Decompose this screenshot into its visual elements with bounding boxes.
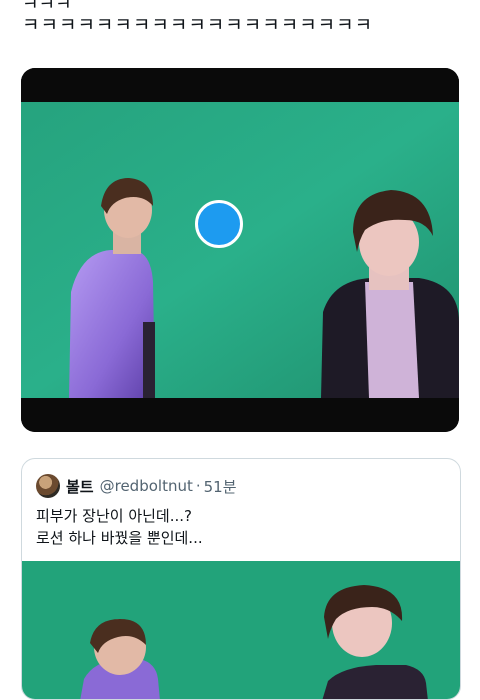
- separator-dot: ·: [195, 477, 201, 495]
- tweet-media[interactable]: [21, 68, 459, 432]
- quote-author-name[interactable]: 볼트: [66, 476, 94, 497]
- letterbox-top: [21, 68, 459, 102]
- quote-text: 피부가 장난이 아닌데...? 로션 하나 바꿨을 뿐인데...: [36, 505, 203, 549]
- quote-text-line-1: 피부가 장난이 아닌데...?: [36, 507, 193, 525]
- quote-media-image[interactable]: [22, 561, 460, 700]
- letterbox-bottom: [21, 398, 459, 432]
- quote-text-line-2: 로션 하나 바꿨을 뿐인데...: [36, 529, 203, 547]
- play-button[interactable]: [195, 200, 243, 248]
- quote-author-handle[interactable]: @redboltnut: [100, 477, 193, 495]
- media-image: [21, 102, 459, 398]
- tweet-text: ㅋㅋㅋㅋㅋㅋㅋㅋㅋㅋㅋㅋㅋㅋㅋㅋㅋㅋㅋ: [22, 14, 374, 36]
- quote-tweet-card[interactable]: 볼트 @redboltnut · 51분 피부가 장난이 아닌데...? 로션 …: [21, 458, 461, 700]
- avatar[interactable]: [36, 474, 60, 498]
- quote-timestamp[interactable]: 51분: [204, 476, 237, 497]
- quote-header: 볼트 @redboltnut · 51분: [36, 473, 237, 499]
